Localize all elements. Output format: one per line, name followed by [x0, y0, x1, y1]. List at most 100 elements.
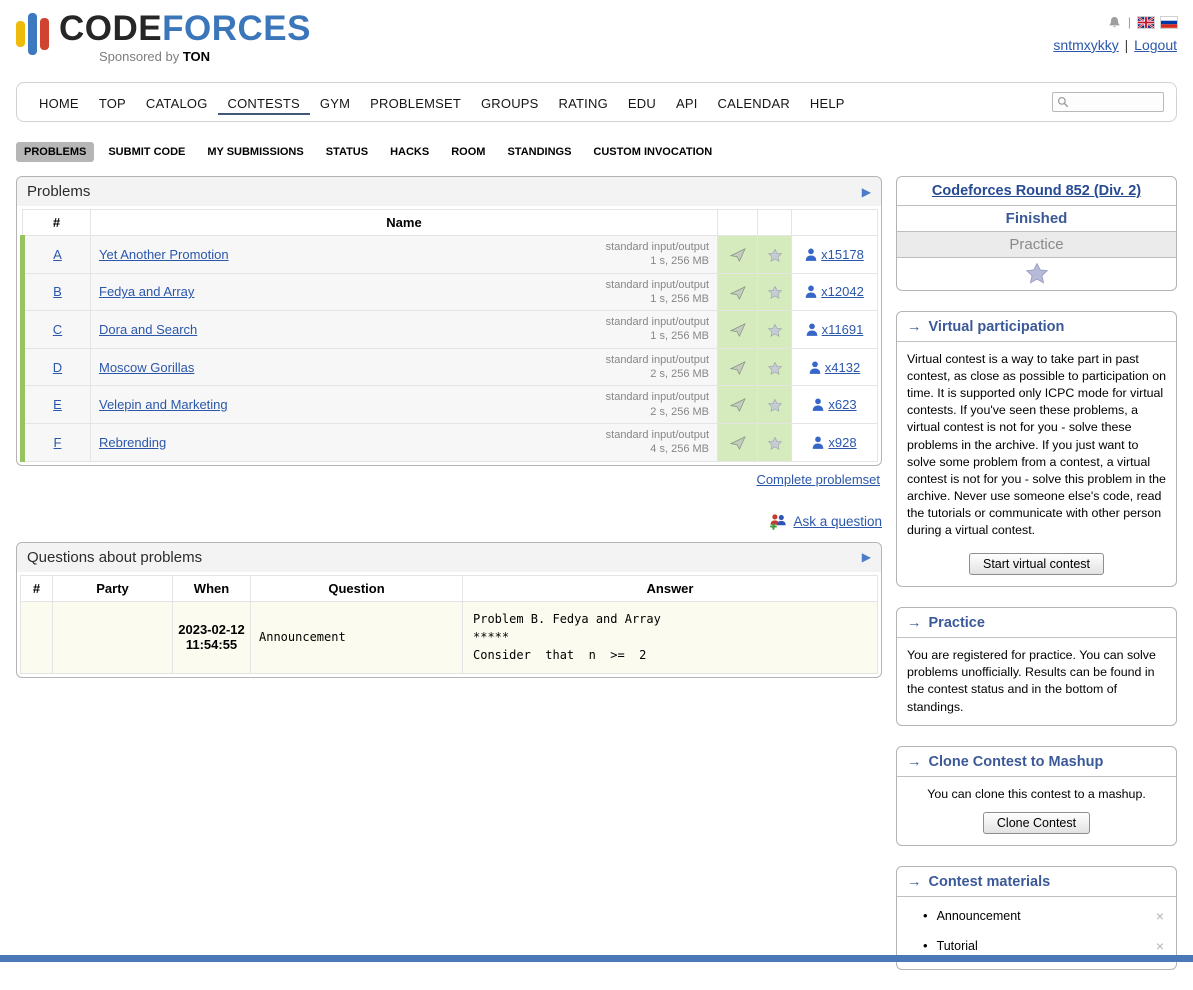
problem-letter-link[interactable]: C: [53, 322, 62, 337]
contest-title-link[interactable]: Codeforces Round 852 (Div. 2): [932, 183, 1141, 199]
tab-status[interactable]: STATUS: [318, 142, 376, 162]
bullet-icon: •: [923, 938, 928, 953]
english-language-flag-icon[interactable]: [1138, 17, 1154, 28]
tutorial-link[interactable]: Tutorial: [937, 939, 978, 953]
problem-name-link[interactable]: Fedya and Array: [99, 284, 194, 299]
logo-bars-icon: [16, 10, 49, 58]
submit-plane-icon[interactable]: [730, 323, 746, 337]
problem-name-link[interactable]: Yet Another Promotion: [99, 247, 229, 262]
favorite-contest-star-icon[interactable]: [1026, 263, 1048, 284]
nav-item-rating[interactable]: RATING: [549, 90, 618, 115]
tab-hacks[interactable]: HACKS: [382, 142, 437, 162]
material-item-announcement: • Announcement ×: [923, 901, 1164, 931]
codeforces-logo[interactable]: CODEFORCES Sponsored by TON: [16, 10, 311, 64]
virtual-participation-text: Virtual contest is a way to take part in…: [897, 342, 1176, 548]
solved-count-link[interactable]: x928: [797, 435, 872, 450]
logout-link[interactable]: Logout: [1134, 37, 1177, 53]
russian-language-flag-icon[interactable]: [1161, 17, 1177, 28]
question-num: [21, 601, 53, 673]
close-icon[interactable]: ×: [1156, 938, 1164, 954]
nav-item-catalog[interactable]: CATALOG: [136, 90, 218, 115]
submit-plane-icon[interactable]: [730, 248, 746, 262]
practice-text: You are registered for practice. You can…: [897, 638, 1176, 724]
search-input[interactable]: [1073, 94, 1159, 110]
nav-item-edu[interactable]: EDU: [618, 90, 666, 115]
nav-item-calendar[interactable]: CALENDAR: [708, 90, 800, 115]
submit-plane-icon[interactable]: [730, 398, 746, 412]
questions-table: # Party When Question Answer 2023-02-12 …: [20, 575, 878, 674]
person-icon: [806, 323, 818, 336]
problem-limits: standard input/output2 s, 256 MB: [606, 390, 709, 419]
submit-plane-icon[interactable]: [730, 436, 746, 450]
header-right: | sntmxykky | Logout: [1053, 10, 1177, 53]
arrow-icon: →: [907, 319, 922, 335]
problem-limits: standard input/output2 s, 256 MB: [606, 353, 709, 382]
arrow-icon: →: [907, 874, 922, 890]
favorite-star-icon[interactable]: [768, 362, 782, 375]
problem-row-e: E Velepin and Marketing standard input/o…: [23, 386, 878, 424]
notifications-bell-icon[interactable]: [1108, 16, 1121, 29]
favorite-star-icon[interactable]: [768, 399, 782, 412]
tab-room[interactable]: ROOM: [443, 142, 493, 162]
problem-row-c: C Dora and Search standard input/output1…: [23, 311, 878, 349]
favorite-star-icon[interactable]: [768, 286, 782, 299]
problem-name-link[interactable]: Velepin and Marketing: [99, 397, 228, 412]
problems-caption: Problems: [27, 183, 90, 200]
solved-count-link[interactable]: x11691: [797, 322, 872, 337]
close-icon[interactable]: ×: [1156, 908, 1164, 924]
tab-standings[interactable]: STANDINGS: [499, 142, 579, 162]
problems-box: Problems ▶ # Name A: [16, 176, 882, 466]
problem-name-link[interactable]: Rebrending: [99, 435, 166, 450]
tab-problems[interactable]: PROBLEMS: [16, 142, 94, 162]
contest-status-box: Codeforces Round 852 (Div. 2) Finished P…: [896, 176, 1177, 291]
materials-list: • Announcement × • Tutorial ×: [897, 901, 1176, 961]
complete-problemset-link[interactable]: Complete problemset: [756, 472, 880, 487]
announcement-link[interactable]: Announcement: [937, 909, 1021, 923]
problem-letter-link[interactable]: F: [54, 435, 62, 450]
clone-contest-text: You can clone this contest to a mashup.: [897, 777, 1176, 807]
favorite-star-icon[interactable]: [768, 324, 782, 337]
username-link[interactable]: sntmxykky: [1053, 37, 1118, 53]
favorite-star-icon[interactable]: [768, 249, 782, 262]
clone-contest-box: → Clone Contest to Mashup You can clone …: [896, 746, 1177, 846]
problem-letter-link[interactable]: E: [53, 397, 62, 412]
logo-text: CODEFORCES: [59, 10, 311, 49]
problem-name-link[interactable]: Moscow Gorillas: [99, 360, 194, 375]
nav-item-contests[interactable]: CONTESTS: [218, 90, 310, 115]
expand-arrow-icon[interactable]: ▶: [862, 185, 871, 199]
expand-arrow-icon[interactable]: ▶: [862, 550, 871, 564]
problem-name-link[interactable]: Dora and Search: [99, 322, 197, 337]
nav-item-top[interactable]: TOP: [89, 90, 136, 115]
logo-tagline: Sponsored by TON: [99, 49, 311, 64]
nav-item-groups[interactable]: GROUPS: [471, 90, 549, 115]
favorite-star-icon[interactable]: [768, 437, 782, 450]
header: CODEFORCES Sponsored by TON |: [0, 0, 1193, 74]
clone-contest-button[interactable]: Clone Contest: [983, 812, 1090, 834]
practice-box: → Practice You are registered for practi…: [896, 607, 1177, 725]
column-header-when: When: [173, 575, 251, 601]
person-icon: [805, 248, 817, 261]
ask-question-link[interactable]: Ask a question: [793, 514, 882, 529]
tab-my-submissions[interactable]: MY SUBMISSIONS: [199, 142, 311, 162]
solved-count-link[interactable]: x623: [797, 397, 872, 412]
separator: |: [1128, 15, 1131, 29]
column-header-name: Name: [91, 210, 718, 236]
submit-plane-icon[interactable]: [730, 361, 746, 375]
solved-count-link[interactable]: x15178: [797, 247, 872, 262]
start-virtual-contest-button[interactable]: Start virtual contest: [969, 553, 1104, 575]
nav-item-home[interactable]: HOME: [29, 90, 89, 115]
problem-letter-link[interactable]: B: [53, 284, 62, 299]
questions-box: Questions about problems ▶ # Party When …: [16, 542, 882, 678]
nav-item-gym[interactable]: GYM: [310, 90, 360, 115]
problem-letter-link[interactable]: A: [53, 247, 62, 262]
solved-count-link[interactable]: x12042: [797, 284, 872, 299]
solved-count-link[interactable]: x4132: [797, 360, 872, 375]
tab-submit-code[interactable]: SUBMIT CODE: [100, 142, 193, 162]
nav-item-help[interactable]: HELP: [800, 90, 855, 115]
nav-item-api[interactable]: API: [666, 90, 708, 115]
submit-plane-icon[interactable]: [730, 286, 746, 300]
tab-custom-invocation[interactable]: CUSTOM INVOCATION: [585, 142, 720, 162]
problem-letter-link[interactable]: D: [53, 360, 62, 375]
problem-limits: standard input/output1 s, 256 MB: [606, 278, 709, 307]
nav-item-problemset[interactable]: PROBLEMSET: [360, 90, 471, 115]
